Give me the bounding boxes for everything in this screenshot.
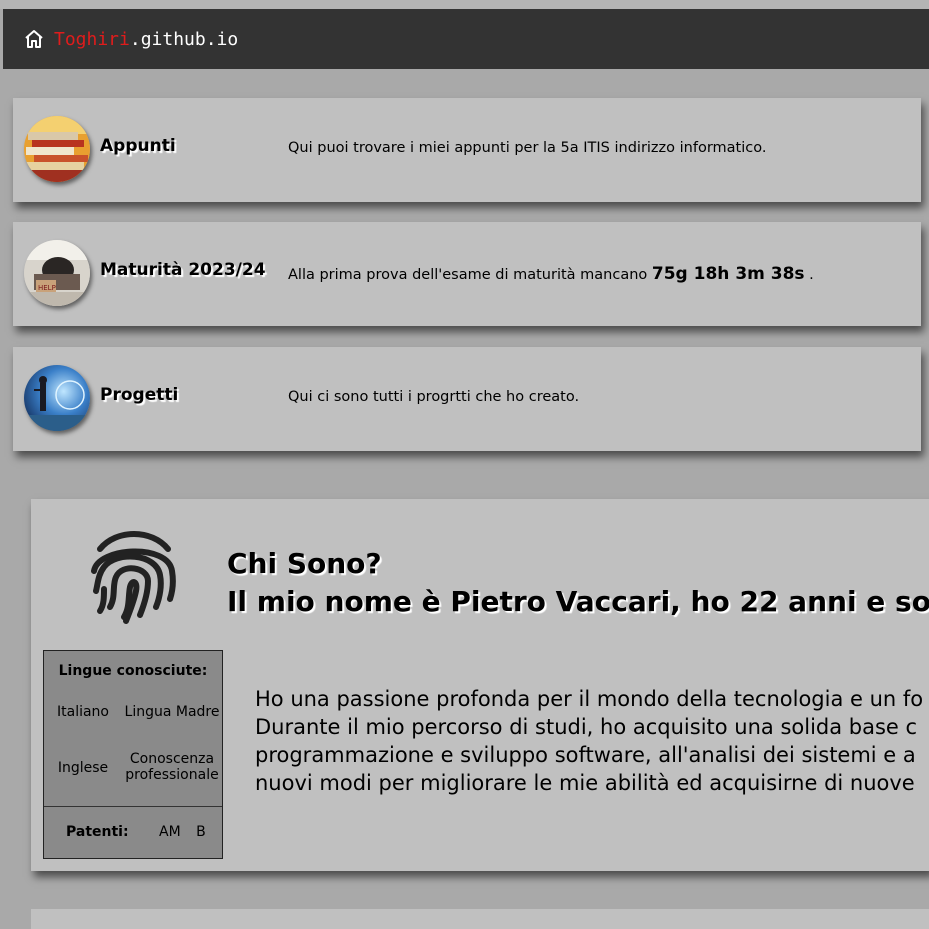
bio-line: nuovi modi per migliorare le mie abilità… [255,771,915,795]
bio-line: Ho una passione profonda per il mondo de… [255,687,924,711]
site-brand-link[interactable]: Toghiri.github.io [54,29,238,50]
language-level-line1: Conoscenza [129,751,215,767]
svg-text:HELP: HELP [38,284,56,292]
countdown-suffix: . [809,267,814,283]
about-heading: Chi Sono? Il mio nome è Pietro Vaccari, … [227,545,929,621]
card-description: Qui puoi trovare i miei appunti per la 5… [288,140,767,156]
card-title: Maturità 2023/24 [100,260,266,280]
card-title: Progetti [100,385,179,405]
projects-image [24,365,90,431]
info-table: Lingue conosciute: Italiano Lingua Madre… [43,650,223,859]
about-section: Chi Sono? Il mio nome è Pietro Vaccari, … [31,499,929,871]
bio-line: Durante il mio percorso di studi, ho acq… [255,715,918,739]
card-appunti[interactable]: Appunti Qui puoi trovare i miei appunti … [13,98,921,202]
divider [44,806,222,807]
navbar: Toghiri.github.io [3,9,929,69]
languages-header: Lingue conosciute: [58,663,208,679]
language-level-line2: professionale [125,767,219,783]
countdown-prefix: Alla prima prova dell'esame di maturità … [288,267,648,283]
card-maturita[interactable]: HELP Maturità 2023/24 Alla prima prova d… [13,222,921,326]
card-description: Alla prima prova dell'esame di maturità … [288,264,814,284]
card-title: Appunti [100,136,176,156]
language-level: Lingua Madre [124,704,220,720]
card-progetti[interactable]: Progetti Qui ci sono tutti i progrtti ch… [13,347,921,451]
brand-accent: Toghiri [54,28,130,50]
about-heading-line1: Chi Sono? [227,547,382,580]
exam-image: HELP [24,240,90,306]
brand-rest: .github.io [129,28,239,50]
fingerprint-icon [86,527,180,625]
licenses-values: AM B [159,824,217,840]
next-section [31,909,929,929]
license-item: B [196,824,206,840]
licenses-label: Patenti: [66,824,129,840]
home-icon[interactable] [23,28,45,50]
bio-line: programmazione e sviluppo software, all'… [255,743,916,767]
top-strip [0,0,929,9]
bio-text: Ho una passione profonda per il mondo de… [255,685,923,797]
card-description: Qui ci sono tutti i progrtti che ho crea… [288,389,580,405]
license-item: AM [159,824,181,840]
about-heading-line2: Il mio nome è Pietro Vaccari, ho 22 anni… [227,585,929,618]
language-name: Italiano [57,704,109,720]
language-name: Inglese [57,760,109,776]
books-image [24,116,90,182]
language-level: Conoscenza professionale [122,751,222,783]
countdown-value: 75g 18h 3m 38s [651,264,805,284]
